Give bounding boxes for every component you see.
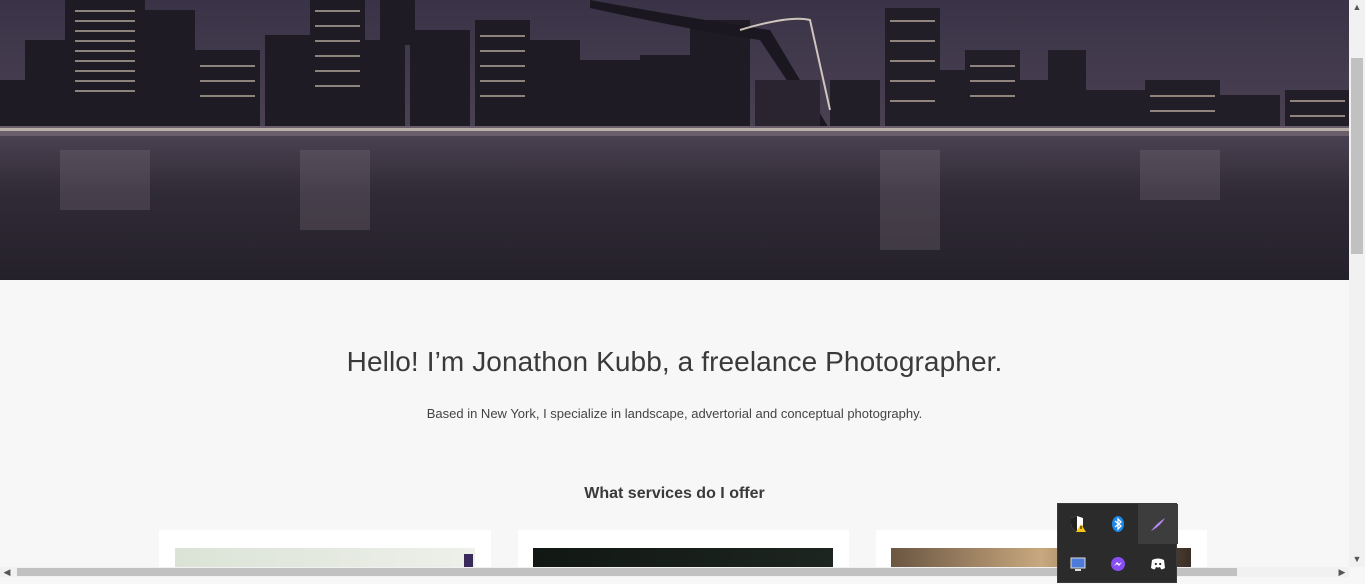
intro-subline: Based in New York, I specialize in lands…	[426, 406, 923, 421]
discord-icon[interactable]	[1138, 544, 1178, 584]
scrollbar-thumb[interactable]	[1351, 58, 1363, 254]
scroll-up-arrow-icon[interactable]: ▲	[1352, 2, 1362, 12]
bluetooth-icon[interactable]	[1098, 504, 1138, 544]
service-card-1[interactable]	[159, 530, 491, 570]
display-icon[interactable]	[1058, 544, 1098, 584]
scroll-right-arrow-icon[interactable]: ▶	[1337, 567, 1347, 577]
pen-feather-icon[interactable]	[1138, 504, 1178, 544]
hero-banner	[0, 0, 1349, 280]
services-heading: What services do I offer	[584, 485, 765, 502]
page-headline: Hello! I’m Jonathon Kubb, a freelance Ph…	[346, 346, 1003, 377]
bookmark-icon	[464, 554, 473, 568]
skyline-image	[0, 0, 1349, 280]
security-warning-icon[interactable]	[1058, 504, 1098, 544]
scroll-down-arrow-icon[interactable]: ▼	[1352, 554, 1362, 564]
vertical-scrollbar[interactable]: ▲ ▼	[1349, 0, 1365, 567]
scroll-left-arrow-icon[interactable]: ◀	[2, 567, 12, 577]
messenger-icon[interactable]	[1098, 544, 1138, 584]
service-card-2[interactable]	[518, 530, 849, 570]
scrollbar-thumb[interactable]	[17, 568, 1237, 576]
system-tray-popup	[1057, 503, 1178, 584]
